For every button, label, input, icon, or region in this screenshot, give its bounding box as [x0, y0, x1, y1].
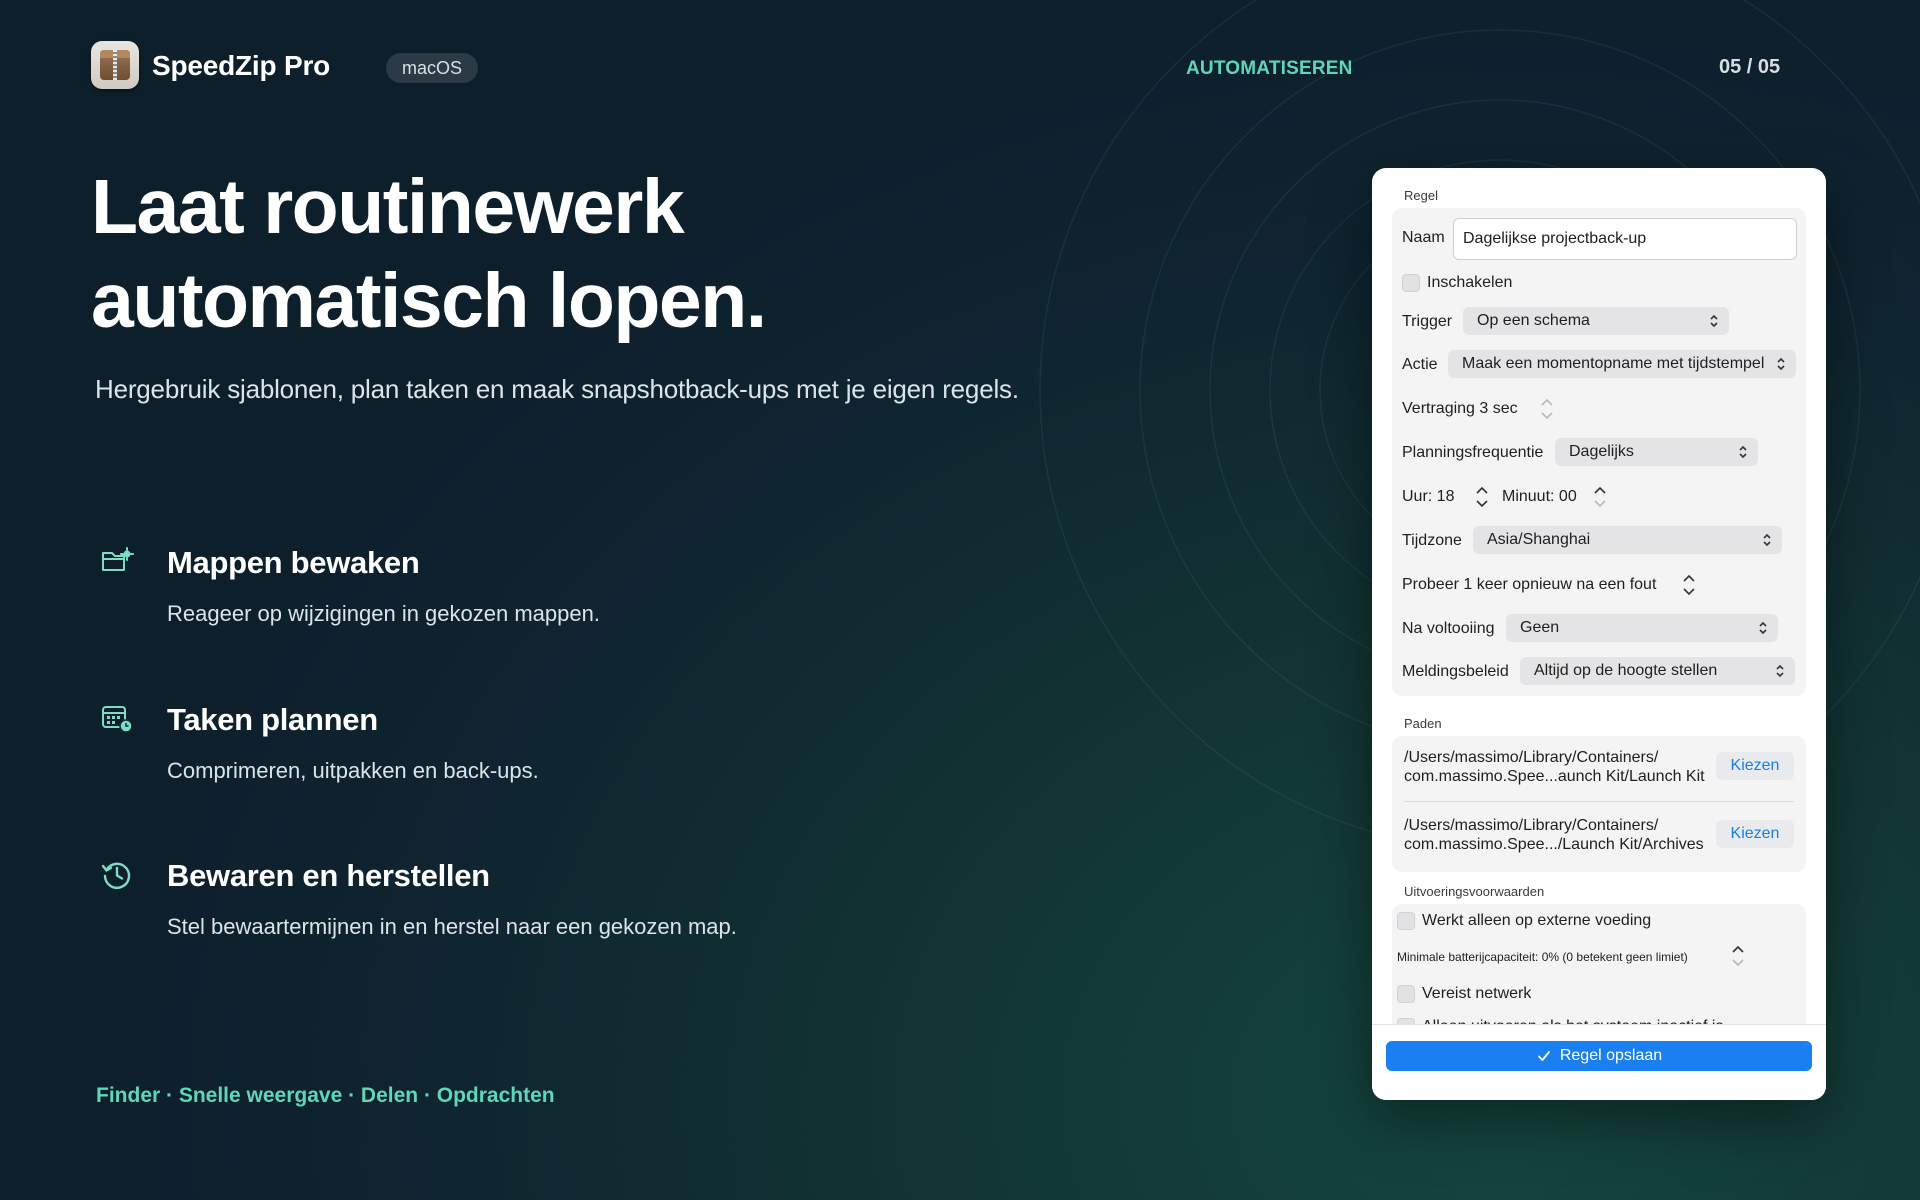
- section-label: AUTOMATISEREN: [1186, 58, 1353, 79]
- timezone-select[interactable]: Asia/Shanghai: [1473, 526, 1782, 554]
- path-2: /Users/massimo/Library/Containers/ com.m…: [1404, 816, 1704, 854]
- timezone-label: Tijdzone: [1402, 532, 1462, 549]
- name-label: Naam: [1402, 229, 1445, 246]
- chevron-up-down-icon: [1759, 621, 1767, 635]
- headline-line-2: automatisch lopen.: [91, 258, 767, 344]
- action-select-value: Maak een momentopname met tijdstempel: [1462, 355, 1765, 372]
- timezone-select-value: Asia/Shanghai: [1487, 531, 1591, 548]
- group-label-rule: Regel: [1404, 188, 1438, 203]
- group-label-conditions: Uitvoeringsvoorwaarden: [1404, 884, 1545, 899]
- folder-gear-icon: [102, 547, 134, 571]
- feature-title: Mappen bewaken: [167, 545, 420, 580]
- trigger-select-value: Op een schema: [1477, 312, 1590, 329]
- rule-settings-panel: Regel Naam Dagelijkse projectback-up Ins…: [1372, 168, 1826, 1100]
- calendar-clock-icon: [102, 706, 133, 733]
- enable-checkbox[interactable]: [1402, 274, 1420, 292]
- headline-line-1: Laat routinewerk: [91, 164, 685, 250]
- feature-description: Reageer op wijzigingen in gekozen mappen…: [167, 601, 600, 626]
- path-2-line-2: com.massimo.Spee.../Launch Kit/Archives: [1404, 836, 1704, 853]
- minute-stepper[interactable]: [1590, 482, 1610, 512]
- frequency-select[interactable]: Dagelijks: [1555, 438, 1758, 466]
- after-completion-select[interactable]: Geen: [1506, 614, 1778, 642]
- platform-badge: macOS: [386, 53, 479, 83]
- frequency-label: Planningsfrequentie: [1402, 444, 1544, 461]
- save-rule-label: Regel opslaan: [1559, 1047, 1663, 1064]
- name-input[interactable]: Dagelijkse projectback-up: [1453, 218, 1797, 260]
- notification-select[interactable]: Altijd op de hoogte stellen: [1520, 657, 1795, 685]
- app-name: SpeedZip Pro: [152, 50, 331, 81]
- path-1: /Users/massimo/Library/Containers/ com.m…: [1404, 748, 1705, 786]
- headline: Laat routinewerk automatisch lopen.: [91, 160, 1091, 348]
- save-rule-button[interactable]: Regel opslaan: [1386, 1041, 1812, 1071]
- app-logo-icon: [91, 41, 139, 89]
- page-counter: 05 / 05: [1719, 56, 1781, 78]
- retry-stepper[interactable]: [1679, 570, 1699, 600]
- chevron-up-down-icon: [1777, 357, 1785, 371]
- after-completion-label: Na voltooiing: [1402, 620, 1495, 637]
- enable-label: Inschakelen: [1427, 274, 1513, 291]
- delay-stepper[interactable]: [1537, 394, 1557, 424]
- hour-stepper[interactable]: [1472, 482, 1492, 512]
- trigger-label: Trigger: [1402, 313, 1453, 330]
- delay-label: Vertraging 3 sec: [1402, 400, 1518, 417]
- battery-label: Minimale batterijcapaciteit: 0% (0 betek…: [1397, 950, 1688, 964]
- network-checkbox[interactable]: [1397, 985, 1415, 1003]
- path-2-line-1: /Users/massimo/Library/Containers/: [1404, 817, 1659, 834]
- group-label-paths: Paden: [1404, 716, 1442, 731]
- network-label: Vereist netwerk: [1422, 985, 1532, 1002]
- minute-label: Minuut: 00: [1502, 488, 1577, 505]
- paths-divider: [1404, 801, 1794, 802]
- history-icon: [101, 862, 131, 889]
- save-bar: Regel opslaan: [1372, 1024, 1826, 1100]
- path-1-line-1: /Users/massimo/Library/Containers/: [1404, 749, 1659, 766]
- battery-stepper[interactable]: [1728, 941, 1748, 971]
- notification-label: Meldingsbeleid: [1402, 663, 1509, 680]
- subheadline: Hergebruik sjablonen, plan taken en maak…: [95, 374, 1019, 404]
- path-1-line-2: com.massimo.Spee...aunch Kit/Launch Kit: [1404, 768, 1705, 785]
- choose-path-1-button[interactable]: Kiezen: [1716, 752, 1794, 780]
- action-select[interactable]: Maak een momentopname met tijdstempel: [1448, 350, 1796, 378]
- action-label: Actie: [1402, 356, 1438, 373]
- trigger-select[interactable]: Op een schema: [1463, 307, 1729, 335]
- checkmark-icon: [1537, 1051, 1550, 1061]
- external-power-checkbox[interactable]: [1397, 912, 1415, 930]
- chevron-up-down-icon: [1739, 445, 1747, 459]
- chevron-up-down-icon: [1763, 533, 1771, 547]
- chevron-up-down-icon: [1776, 664, 1784, 678]
- feature-description: Stel bewaartermijnen in en herstel naar …: [167, 914, 737, 939]
- after-completion-select-value: Geen: [1520, 619, 1560, 636]
- external-power-label: Werkt alleen op externe voeding: [1422, 912, 1652, 929]
- top-bar: SpeedZip Pro macOS AUTOMATISEREN 05 / 05: [0, 0, 1920, 136]
- retry-label: Probeer 1 keer opnieuw na een fout: [1402, 576, 1657, 593]
- choose-path-2-button[interactable]: Kiezen: [1716, 820, 1794, 848]
- frequency-select-value: Dagelijks: [1569, 443, 1634, 460]
- feature-title: Taken plannen: [167, 702, 378, 737]
- chevron-up-down-icon: [1710, 314, 1718, 328]
- hour-label: Uur: 18: [1402, 488, 1455, 505]
- notification-select-value: Altijd op de hoogte stellen: [1534, 662, 1718, 679]
- feature-description: Comprimeren, uitpakken en back-ups.: [167, 758, 539, 783]
- integration-links: Finder · Snelle weergave · Delen · Opdra…: [96, 1084, 555, 1107]
- feature-title: Bewaren en herstellen: [167, 858, 490, 893]
